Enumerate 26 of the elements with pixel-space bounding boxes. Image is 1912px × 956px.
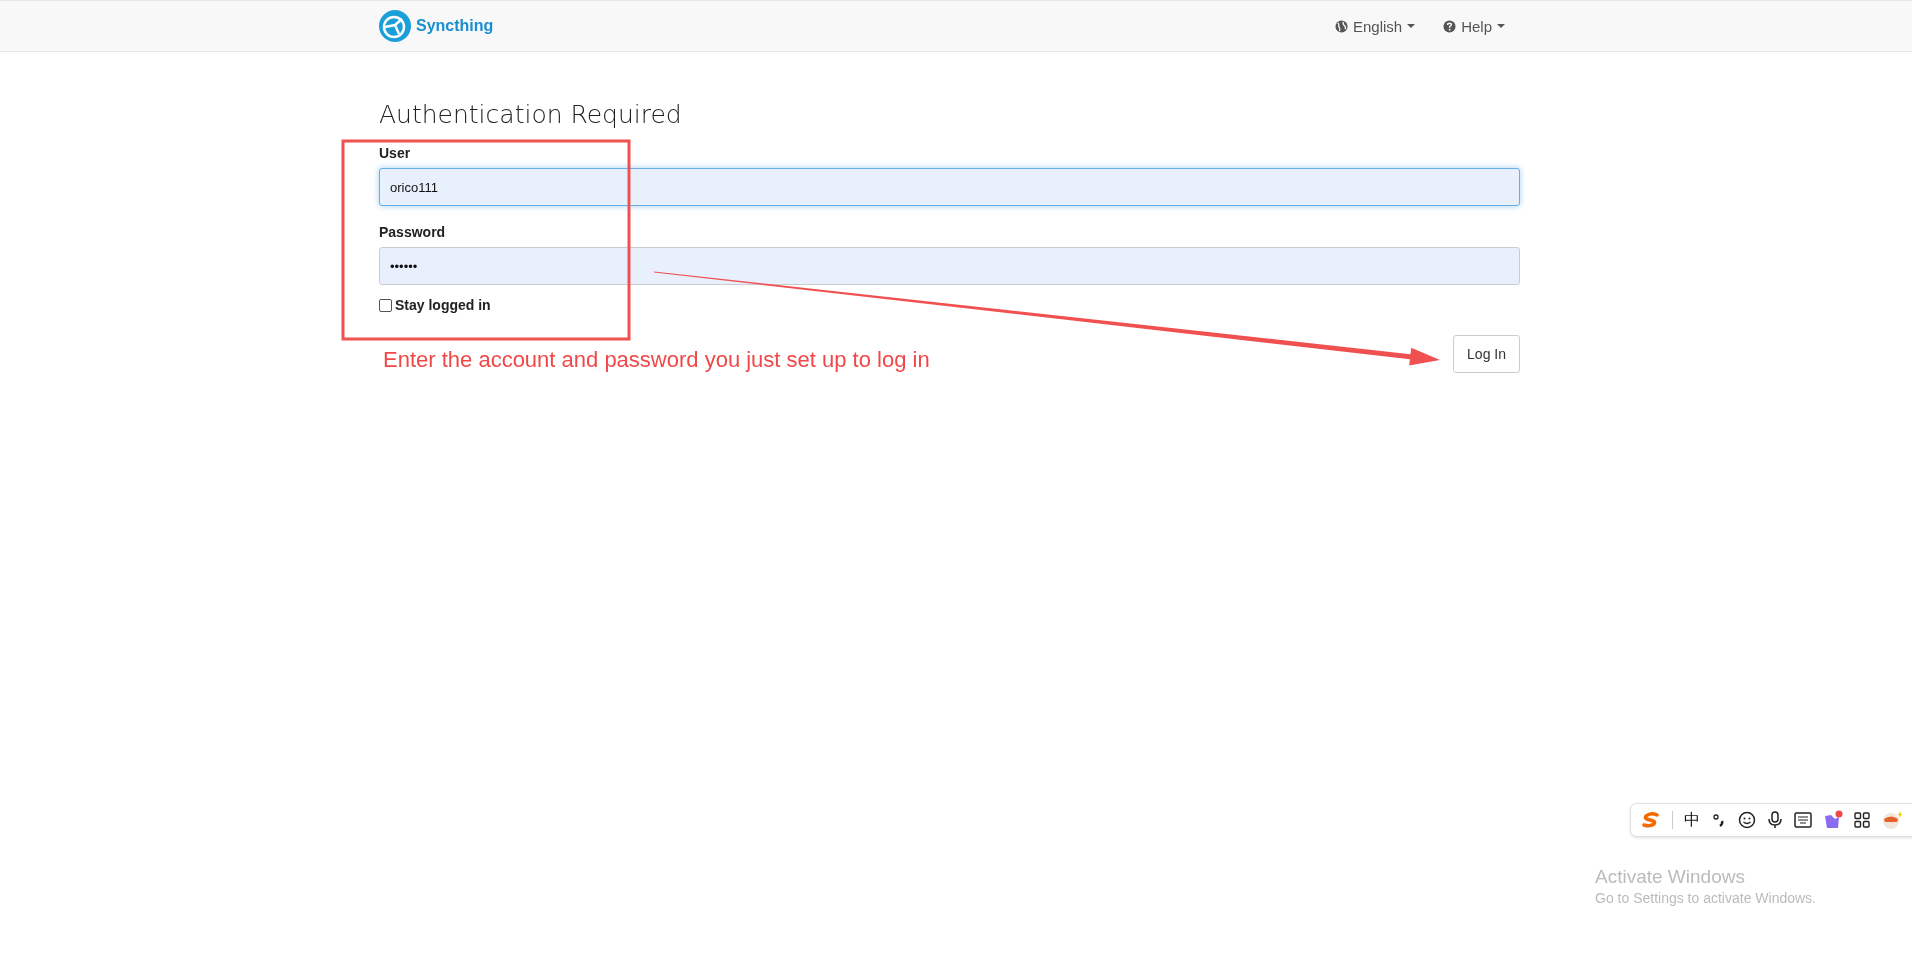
microphone-icon[interactable] <box>1767 811 1783 829</box>
skin-icon[interactable] <box>1823 810 1843 830</box>
checkbox-label: Stay logged in <box>395 297 491 313</box>
keyboard-icon[interactable] <box>1794 812 1812 828</box>
menu-dropdown[interactable]: Help <box>1443 17 1505 35</box>
field-label: Password <box>379 224 446 240</box>
activation-subtitle: Go to Settings to activate Windows. <box>1595 890 1816 906</box>
activation-title: Activate Windows <box>1595 866 1746 888</box>
input-field[interactable]: •••••• <box>379 247 1520 285</box>
emoji-icon[interactable] <box>1738 811 1756 829</box>
globe-icon <box>1334 19 1348 33</box>
input-field[interactable]: orico111 <box>379 168 1520 206</box>
field-label: User <box>379 145 411 161</box>
menu-dropdown[interactable]: English <box>1334 17 1416 35</box>
help-icon <box>1443 19 1457 33</box>
caret-icon <box>1497 24 1505 28</box>
logo-icon[interactable] <box>1641 810 1661 830</box>
logo-icon <box>379 10 411 42</box>
page-title: Authentication Required <box>379 100 683 129</box>
login-button[interactable]: Log In <box>1453 335 1520 373</box>
annotation-text: Enter the account and password you just set up to log in <box>382 347 930 373</box>
grid-icon[interactable] <box>1854 812 1870 828</box>
mascot-icon[interactable] <box>1881 810 1903 830</box>
input-mode-toggle[interactable]: 中 <box>1684 809 1700 831</box>
checkbox[interactable] <box>379 298 392 312</box>
caret-icon <box>1407 24 1416 28</box>
